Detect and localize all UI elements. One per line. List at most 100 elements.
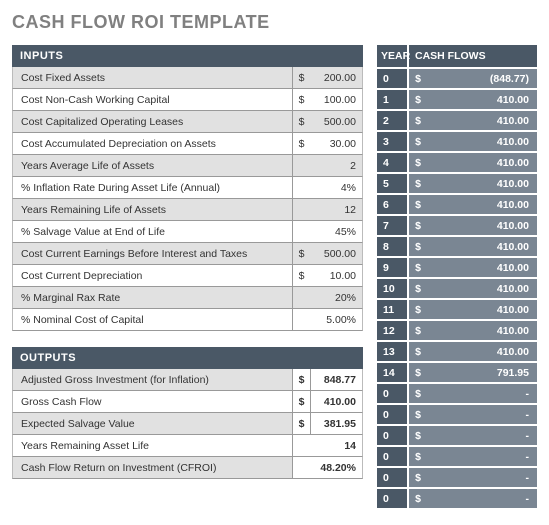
cashflow-row: 4$410.00 [377, 153, 537, 174]
cf-amount: 791.95 [427, 363, 537, 382]
row-value: 5.00% [292, 309, 362, 330]
cf-year: 11 [377, 300, 409, 319]
cf-amount: 410.00 [427, 342, 537, 361]
dollar-sign: $ [292, 413, 310, 434]
dollar-sign: $ [292, 67, 310, 88]
dollar-sign: $ [409, 195, 427, 214]
row-label: Cost Non-Cash Working Capital [13, 89, 292, 110]
cf-year: 0 [377, 468, 409, 487]
dollar-sign: $ [409, 300, 427, 319]
table-row: % Salvage Value at End of Life45% [12, 221, 363, 243]
outputs-block: OUTPUTS Adjusted Gross Investment (for I… [12, 347, 363, 479]
table-row: % Marginal Rax Rate20% [12, 287, 363, 309]
table-row: Cost Current Depreciation$10.00 [12, 265, 363, 287]
cf-year-header: YEAR [377, 45, 409, 67]
table-row: Years Remaining Life of Assets12 [12, 199, 363, 221]
dollar-sign: $ [292, 265, 310, 286]
cf-year: 0 [377, 489, 409, 508]
dollar-sign: $ [409, 216, 427, 235]
cashflow-row: 12$410.00 [377, 321, 537, 342]
row-label: Years Average Life of Assets [13, 155, 292, 176]
dollar-sign: $ [409, 258, 427, 277]
dollar-sign: $ [409, 237, 427, 256]
outputs-header: OUTPUTS [12, 347, 363, 369]
row-label: % Nominal Cost of Capital [13, 309, 292, 330]
table-row: Cost Current Earnings Before Interest an… [12, 243, 363, 265]
row-value: 500.00 [310, 111, 362, 132]
cashflow-row: 14$791.95 [377, 363, 537, 384]
cf-amount: 410.00 [427, 90, 537, 109]
cf-amount: 410.00 [427, 111, 537, 130]
cashflow-row: 5$410.00 [377, 174, 537, 195]
cf-year: 2 [377, 111, 409, 130]
cf-year: 0 [377, 69, 409, 88]
dollar-sign: $ [409, 363, 427, 382]
cf-year: 6 [377, 195, 409, 214]
cashflow-row: 13$410.00 [377, 342, 537, 363]
row-value: 410.00 [310, 391, 362, 412]
dollar-sign: $ [292, 111, 310, 132]
cashflow-row: 0$- [377, 405, 537, 426]
cashflow-row: 9$410.00 [377, 258, 537, 279]
dollar-sign: $ [292, 369, 310, 390]
cashflow-row: 6$410.00 [377, 195, 537, 216]
cashflow-row: 10$410.00 [377, 279, 537, 300]
cashflow-row: 1$410.00 [377, 90, 537, 111]
cf-amount-header: CASH FLOWS [409, 45, 537, 67]
cashflow-row: 0$- [377, 489, 537, 510]
row-label: % Marginal Rax Rate [13, 287, 292, 308]
dollar-sign: $ [292, 133, 310, 154]
row-label: % Salvage Value at End of Life [13, 221, 292, 242]
dollar-sign: $ [409, 342, 427, 361]
table-row: % Inflation Rate During Asset Life (Annu… [12, 177, 363, 199]
dollar-sign: $ [409, 90, 427, 109]
row-label: Cost Capitalized Operating Leases [13, 111, 292, 132]
cf-amount: 410.00 [427, 237, 537, 256]
cashflow-row: 7$410.00 [377, 216, 537, 237]
page-title: CASH FLOW ROI TEMPLATE [12, 12, 537, 33]
cf-amount: 410.00 [427, 132, 537, 151]
table-row: Years Remaining Asset Life14 [12, 435, 363, 457]
layout-columns: INPUTS Cost Fixed Assets$200.00Cost Non-… [12, 45, 537, 510]
dollar-sign: $ [409, 321, 427, 340]
cf-year: 3 [377, 132, 409, 151]
cashflow-row: 0$- [377, 447, 537, 468]
row-value: 848.77 [310, 369, 362, 390]
row-label: Gross Cash Flow [13, 391, 292, 412]
dollar-sign: $ [409, 111, 427, 130]
cf-amount: - [427, 489, 537, 508]
cashflow-row: 0$- [377, 384, 537, 405]
cf-amount: 410.00 [427, 279, 537, 298]
cashflows-header-row: YEAR CASH FLOWS [377, 45, 537, 69]
table-row: Cost Non-Cash Working Capital$100.00 [12, 89, 363, 111]
cf-amount: 410.00 [427, 195, 537, 214]
dollar-sign: $ [409, 468, 427, 487]
row-value: 30.00 [310, 133, 362, 154]
dollar-sign: $ [409, 153, 427, 172]
cf-year: 8 [377, 237, 409, 256]
row-value: 100.00 [310, 89, 362, 110]
cf-amount: - [427, 426, 537, 445]
inputs-header: INPUTS [12, 45, 363, 67]
table-row: Cost Capitalized Operating Leases$500.00 [12, 111, 363, 133]
table-row: Adjusted Gross Investment (for Inflation… [12, 369, 363, 391]
dollar-sign: $ [292, 391, 310, 412]
cashflow-row: 11$410.00 [377, 300, 537, 321]
cf-amount: - [427, 405, 537, 424]
cf-amount: - [427, 468, 537, 487]
cf-year: 0 [377, 426, 409, 445]
dollar-sign: $ [292, 243, 310, 264]
table-row: Expected Salvage Value$381.95 [12, 413, 363, 435]
row-value: 14 [292, 435, 362, 456]
cashflow-row: 0$- [377, 468, 537, 489]
cf-year: 13 [377, 342, 409, 361]
inputs-table: Cost Fixed Assets$200.00Cost Non-Cash Wo… [12, 67, 363, 331]
cashflow-row: 0$- [377, 426, 537, 447]
table-row: Years Average Life of Assets2 [12, 155, 363, 177]
row-label: Expected Salvage Value [13, 413, 292, 434]
row-value: 12 [292, 199, 362, 220]
row-label: Cost Current Earnings Before Interest an… [13, 243, 292, 264]
row-label: % Inflation Rate During Asset Life (Annu… [13, 177, 292, 198]
cf-amount: 410.00 [427, 300, 537, 319]
dollar-sign: $ [409, 279, 427, 298]
